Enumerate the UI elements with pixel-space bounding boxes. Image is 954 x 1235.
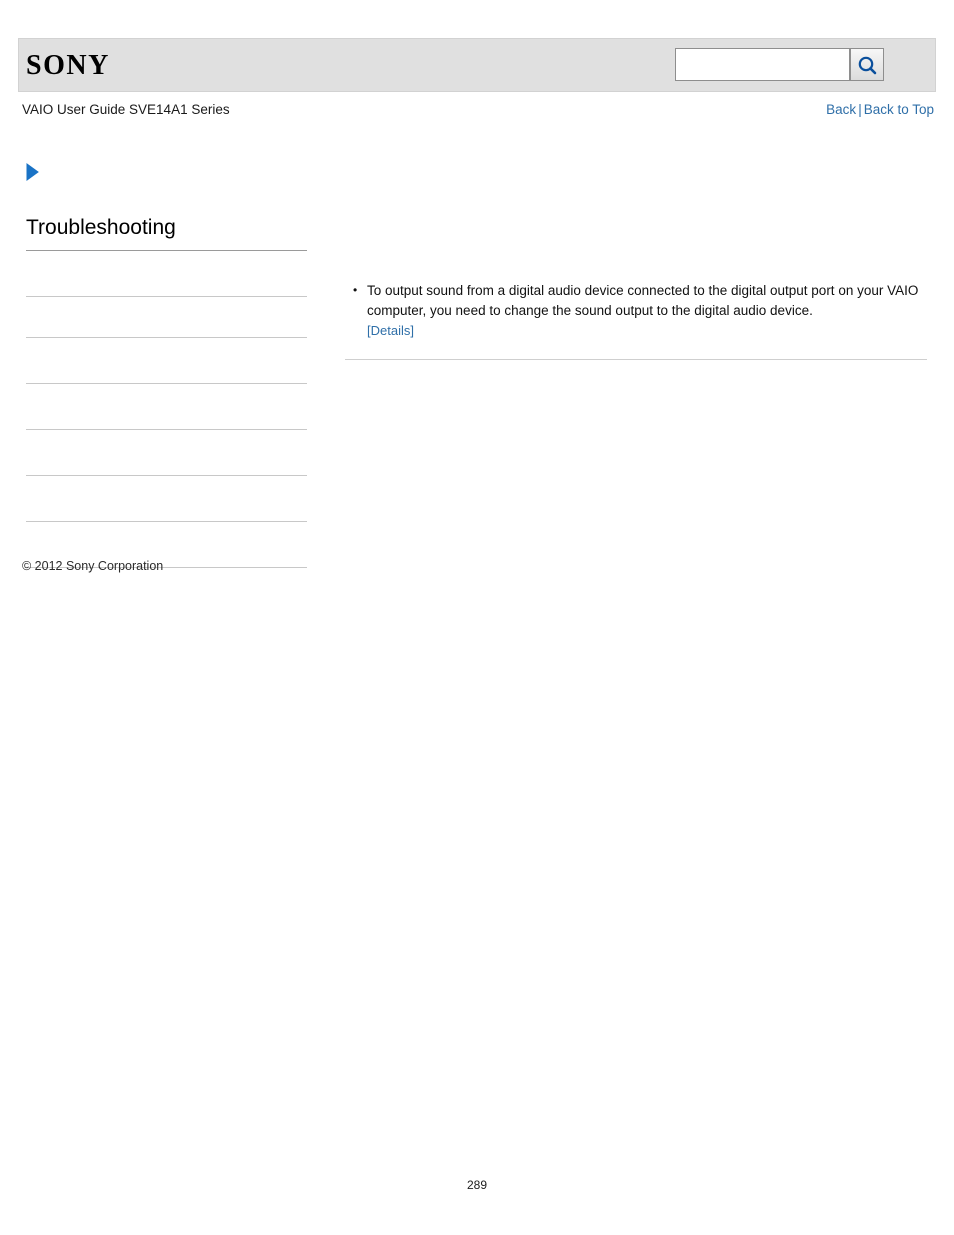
copyright-text: © 2012 Sony Corporation (22, 559, 164, 573)
back-to-top-link[interactable]: Back to Top (864, 102, 934, 117)
search-icon (857, 55, 877, 75)
sidebar: Troubleshooting (26, 216, 307, 568)
search-button[interactable] (850, 48, 884, 81)
sidebar-heading: Troubleshooting (26, 216, 176, 239)
bullet-text: To output sound from a digital audio dev… (367, 283, 919, 318)
chevron-right-icon (24, 162, 42, 182)
sony-logo: SONY (26, 50, 110, 81)
main-content: To output sound from a digital audio dev… (345, 280, 927, 368)
search-input[interactable] (676, 49, 849, 80)
bullet-list: To output sound from a digital audio dev… (345, 280, 927, 341)
back-link[interactable]: Back (826, 102, 856, 117)
search-box[interactable] (675, 48, 850, 81)
nav-separator: | (858, 102, 862, 117)
details-link[interactable]: [Details] (367, 323, 414, 338)
page-number: 289 (466, 1178, 488, 1192)
page-title: VAIO User Guide SVE14A1 Series (22, 102, 230, 117)
content-divider (345, 359, 927, 360)
nav-links: Back | Back to Top (826, 102, 934, 117)
list-item: To output sound from a digital audio dev… (353, 280, 927, 341)
